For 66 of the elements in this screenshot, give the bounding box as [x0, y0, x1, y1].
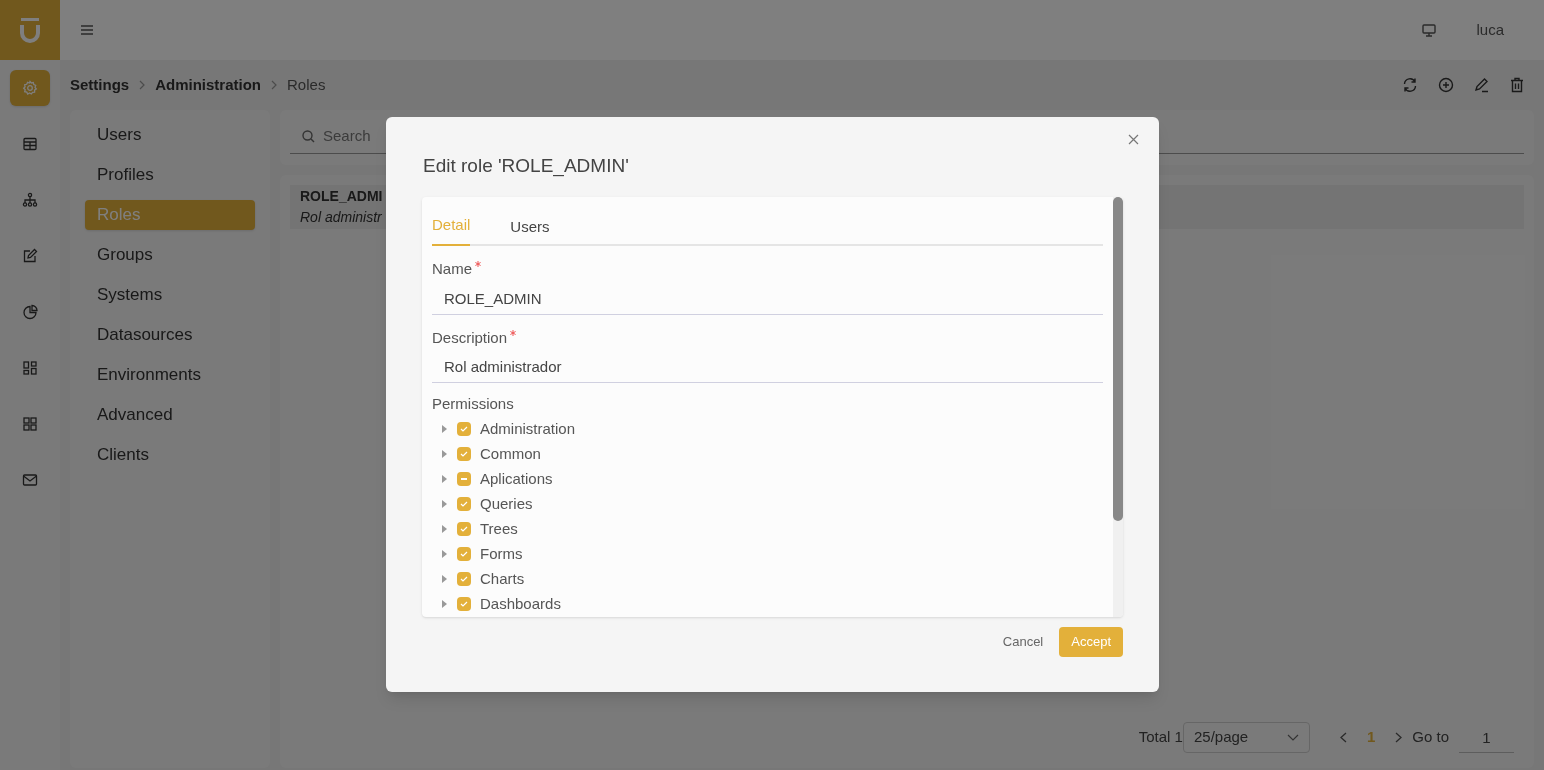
- tree-node-label[interactable]: Dashboards: [480, 592, 561, 616]
- checkbox[interactable]: [457, 597, 471, 611]
- caret-icon[interactable]: [441, 450, 448, 458]
- field-label: Name: [432, 258, 1103, 281]
- checkbox[interactable]: [457, 447, 471, 461]
- dialog-title: Edit role 'ROLE_ADMIN': [423, 154, 630, 177]
- checkbox[interactable]: [457, 497, 471, 511]
- go-to-label: Go to: [1412, 727, 1449, 748]
- breadcrumb-item[interactable]: Administration: [155, 73, 262, 97]
- refresh-icon[interactable]: [1402, 77, 1418, 93]
- menu-item[interactable]: Clients: [85, 440, 255, 470]
- checkbox[interactable]: [457, 472, 471, 486]
- chevron-down-icon: [1286, 734, 1299, 741]
- go-to-field[interactable]: 1: [1459, 722, 1514, 753]
- menu-item[interactable]: Datasources: [85, 320, 255, 350]
- menu-item[interactable]: Users: [85, 120, 255, 150]
- total-count: Total 1: [1138, 727, 1183, 748]
- field-label: Permissions: [432, 394, 515, 414]
- search-input[interactable]: Search: [323, 125, 623, 148]
- checkbox[interactable]: [457, 547, 471, 561]
- menu-icon[interactable]: [81, 25, 93, 35]
- checkbox[interactable]: [457, 522, 471, 536]
- close-icon[interactable]: [1128, 134, 1139, 145]
- menu-item[interactable]: Groups: [85, 240, 255, 270]
- cancel-button[interactable]: Cancel: [998, 627, 1048, 657]
- tree-node-label[interactable]: Charts: [480, 567, 525, 591]
- trash-icon[interactable]: [1510, 77, 1524, 93]
- edit-icon[interactable]: [1474, 77, 1490, 93]
- scrollbar[interactable]: [1113, 197, 1123, 617]
- chevron-right-icon[interactable]: [1395, 732, 1403, 743]
- text-field[interactable]: ROLE_ADMIN: [432, 282, 1103, 315]
- caret-icon[interactable]: [441, 525, 448, 533]
- role-name: ROLE_ADMI: [300, 187, 384, 206]
- tree-node-label[interactable]: Queries: [480, 492, 533, 516]
- tab[interactable]: Users: [510, 215, 550, 246]
- chevron-left-icon[interactable]: [1339, 732, 1347, 743]
- tree-node-label[interactable]: Trees: [480, 517, 518, 541]
- chevron-right-icon: [271, 80, 278, 90]
- menu-item[interactable]: Environments: [85, 360, 255, 390]
- caret-icon[interactable]: [441, 550, 448, 558]
- caret-icon[interactable]: [441, 575, 448, 583]
- text-field[interactable]: Rol administrador: [432, 351, 1103, 383]
- chevron-right-icon: [139, 80, 146, 90]
- menu-item[interactable]: Profiles: [85, 160, 255, 190]
- breadcrumb-item: Roles: [287, 74, 326, 95]
- breadcrumb-item[interactable]: Settings: [70, 73, 130, 97]
- page-size-select[interactable]: 25/page: [1182, 722, 1310, 753]
- field-label: Description: [432, 326, 1103, 349]
- menu-item[interactable]: Advanced: [85, 400, 255, 430]
- menu-item[interactable]: Systems: [85, 280, 255, 310]
- checkbox[interactable]: [457, 422, 471, 436]
- tree-node-label[interactable]: Common: [480, 442, 541, 466]
- caret-icon[interactable]: [441, 425, 448, 433]
- caret-icon[interactable]: [441, 475, 448, 483]
- settings-icon[interactable]: [10, 70, 50, 106]
- role-description: Rol administr: [300, 208, 382, 227]
- tree-node-label[interactable]: Aplications: [480, 467, 553, 491]
- search-icon: [302, 130, 315, 143]
- checkbox[interactable]: [457, 572, 471, 586]
- monitor-icon[interactable]: [1422, 23, 1437, 37]
- tree-node-label[interactable]: Administration: [480, 417, 576, 441]
- tree-node-label[interactable]: Forms: [480, 542, 523, 566]
- caret-icon[interactable]: [441, 600, 448, 608]
- user-name[interactable]: luca: [1476, 18, 1504, 42]
- add-icon[interactable]: [1438, 77, 1454, 93]
- caret-icon[interactable]: [441, 500, 448, 508]
